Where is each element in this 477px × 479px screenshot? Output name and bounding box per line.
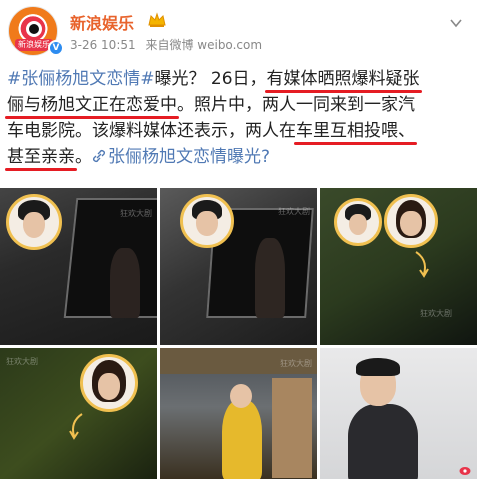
portrait-circle [180, 194, 234, 248]
weibo-eye-logo [26, 21, 42, 37]
figure-head [230, 384, 252, 408]
watermark: 狂欢大剧 [278, 207, 310, 216]
link-icon [92, 149, 106, 163]
figure [348, 404, 418, 479]
watermark: 狂欢大剧 [120, 209, 152, 218]
hashtag-link[interactable]: #张俪杨旭文恋情# [7, 69, 155, 89]
post-text-segment: 。 [75, 147, 92, 167]
portrait-circle [6, 194, 62, 250]
post-line: 甚至亲亲。 张俪杨旭文恋情曝光? [5, 144, 473, 171]
figure-hair [356, 358, 400, 376]
watermark: 狂欢大剧 [6, 357, 38, 366]
portrait-circle-female [384, 194, 438, 248]
photo-1[interactable]: 狂欢大剧 [0, 188, 157, 345]
portrait-circle [334, 198, 382, 246]
post-line: #张俪杨旭文恋情#曝光？ 26日，有媒体晒照爆料疑张 [7, 66, 473, 93]
photo-3[interactable]: 狂欢大剧 [320, 188, 477, 345]
verified-icon: V [48, 40, 64, 56]
photo-grid: 狂欢大剧 狂欢大剧 狂欢大剧 狂欢大剧 狂欢大剧 [0, 188, 477, 479]
post-text: #张俪杨旭文恋情#曝光？ 26日，有媒体晒照爆料疑张 俪与杨旭文正在恋爱中。照片中… [5, 66, 473, 171]
post-line: 车电影院。该爆料媒体还表示，两人在车里互相投喂、 [7, 118, 473, 145]
post-header: 新浪娱乐 V 新浪娱乐 3-26 10:51 来自微博 weibo.com [0, 0, 477, 60]
post-line: 俪与杨旭文正在恋爱中。照片中，两人一同来到一家汽 [5, 92, 473, 119]
photo-5[interactable]: 狂欢大剧 [160, 348, 317, 479]
photo-4[interactable]: 狂欢大剧 [0, 348, 157, 479]
post-source: 来自微博 weibo.com [145, 38, 263, 52]
chevron-down-icon[interactable] [449, 16, 463, 30]
figure [255, 238, 285, 318]
photo-2[interactable]: 狂欢大剧 [160, 188, 317, 345]
portrait-circle-female [80, 354, 138, 412]
watermark: 狂欢大剧 [280, 359, 312, 368]
underlined-text: 甚至亲亲 [5, 144, 77, 171]
post-text-segment: 曝光？ 26日， [154, 69, 267, 89]
poster-board [272, 378, 312, 478]
figure [110, 248, 140, 318]
post-text-segment: 车电影院。该爆料媒体还表示，两人在 [7, 121, 296, 141]
post-time: 3-26 10:51 [70, 38, 136, 52]
arrow-icon [415, 251, 429, 278]
weibo-logo-icon [459, 467, 471, 475]
arrow-icon [69, 413, 83, 440]
underlined-text: 有媒体晒照爆料疑张 [264, 66, 422, 93]
post-meta: 3-26 10:51 来自微博 weibo.com [70, 36, 268, 53]
figure [222, 400, 262, 479]
topic-link[interactable]: 张俪杨旭文恋情曝光? [108, 147, 270, 167]
username[interactable]: 新浪娱乐 [70, 10, 134, 34]
post-text-segment: 。照片中，两人一同来到一家汽 [177, 95, 415, 115]
vip-crown-icon [148, 12, 166, 27]
watermark: 狂欢大剧 [420, 309, 452, 318]
underlined-text: 车里互相投喂、 [294, 118, 417, 145]
underlined-text: 俪与杨旭文正在恋爱中 [5, 92, 179, 119]
photo-6[interactable] [320, 348, 477, 479]
